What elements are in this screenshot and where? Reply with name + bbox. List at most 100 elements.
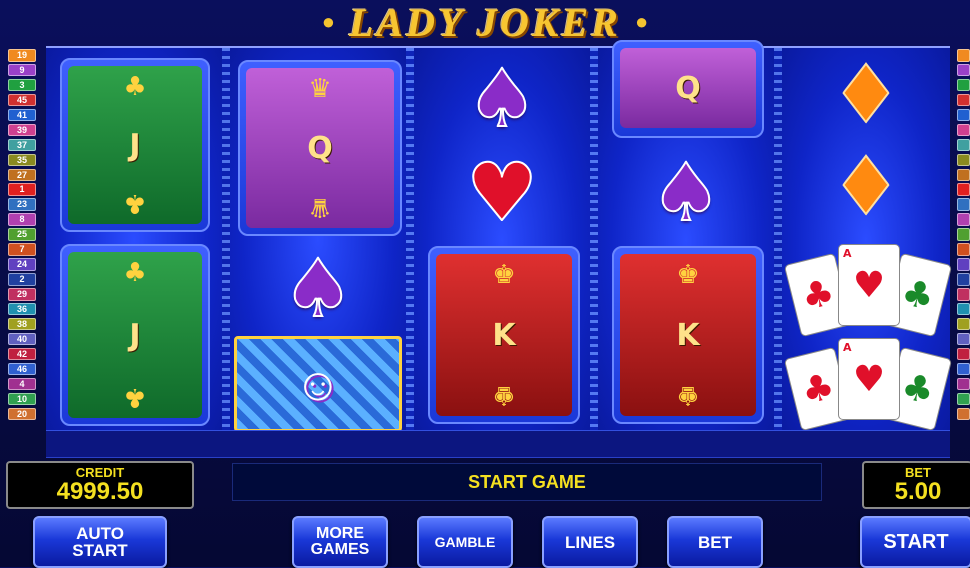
payline-indicator bbox=[957, 108, 970, 122]
payline-indicator: 23 bbox=[8, 198, 36, 211]
heart-icon: ♥ bbox=[852, 264, 886, 306]
payline-indicators-right bbox=[957, 49, 970, 420]
bet-button[interactable]: BET bbox=[667, 516, 763, 568]
payline-indicator: 38 bbox=[8, 317, 36, 331]
payline-indicator bbox=[957, 63, 970, 77]
auto-start-line1: AUTO bbox=[76, 524, 124, 543]
crown-icon: ♚ bbox=[676, 380, 700, 410]
jack-hat-icon: ♣ bbox=[123, 258, 147, 288]
payline-indicator bbox=[957, 93, 970, 107]
credit-display: CREDIT 4999.50 bbox=[6, 461, 194, 509]
jack-hat-icon: ♣ bbox=[123, 382, 147, 412]
spade-icon: ♠ bbox=[649, 146, 723, 239]
payline-indicator bbox=[957, 362, 970, 376]
payline-indicator bbox=[957, 288, 970, 301]
auto-start-button[interactable]: AUTO START bbox=[33, 516, 167, 568]
heart-icon: ♥ bbox=[465, 146, 539, 239]
spade-symbol: ♠ bbox=[442, 54, 562, 144]
status-message: START GAME bbox=[232, 463, 822, 501]
crown-icon: ♚ bbox=[676, 260, 700, 290]
diamond-icon: ♦ bbox=[829, 140, 903, 233]
diamond-symbol: ♦ bbox=[806, 52, 926, 138]
payline-indicator: 35 bbox=[8, 153, 36, 167]
lines-label: LINES bbox=[564, 532, 616, 552]
payline-indicator bbox=[957, 228, 970, 241]
payline-indicator: 24 bbox=[8, 258, 36, 271]
payline-indicator: 46 bbox=[8, 362, 36, 376]
gamble-button[interactable]: GAMBLE bbox=[417, 516, 513, 568]
jack-hat-icon: ♣ bbox=[123, 188, 147, 218]
jack-hat-icon: ♣ bbox=[123, 72, 147, 102]
payline-indicator: 8 bbox=[8, 213, 36, 226]
payline-indicator bbox=[957, 347, 970, 361]
payline-indicator bbox=[957, 78, 970, 92]
reel-4: Q ♠ ♚ K ♚ bbox=[598, 40, 774, 432]
spade-symbol: ♠ bbox=[626, 148, 746, 238]
diamond-icon: ♦ bbox=[829, 48, 903, 141]
title-ornament-left-icon: ● bbox=[321, 9, 336, 34]
payline-indicator bbox=[957, 258, 970, 271]
payline-indicator: 9 bbox=[8, 63, 36, 77]
lines-button[interactable]: LINES bbox=[542, 516, 638, 568]
payline-indicator: 40 bbox=[8, 332, 36, 346]
game-title: LADY JOKER bbox=[349, 0, 621, 45]
jack-symbol: ♣ J ♣ bbox=[60, 58, 210, 232]
more-games-button[interactable]: MORE GAMES bbox=[292, 516, 388, 568]
title-bar: ● LADY JOKER ● bbox=[0, 0, 970, 45]
reel-1: ♣ J ♣ ♣ J ♣ bbox=[46, 48, 222, 432]
crown-icon: ♛ bbox=[308, 74, 332, 104]
reel-5: ♦ ♦ ♣ ♣ A ♥ ♣ ♣ A ♥ bbox=[782, 48, 953, 432]
payline-indicators-left: 19 9 3 45 41 39 37 35 27 1 23 8 25 7 24 2 29 36 38 40 42 46 4 1… bbox=[8, 49, 36, 420]
payline-indicator bbox=[957, 198, 970, 211]
joker-wild-symbol: ☺ bbox=[234, 336, 402, 432]
payline-indicator bbox=[957, 392, 970, 406]
spade-icon: ♠ bbox=[281, 242, 355, 335]
payline-indicator bbox=[957, 183, 970, 196]
payline-indicator bbox=[957, 153, 970, 167]
payline-indicator: 27 bbox=[8, 168, 36, 181]
payline-indicator: 37 bbox=[8, 138, 36, 152]
reel-bottom-strip bbox=[46, 430, 950, 458]
more-games-line2: GAMES bbox=[310, 541, 370, 558]
payline-indicator bbox=[957, 407, 970, 420]
auto-start-line2: START bbox=[72, 541, 128, 560]
reel-divider bbox=[590, 48, 598, 432]
queen-symbol: ♛ Q ♛ bbox=[238, 60, 402, 236]
reel-2: ♛ Q ♛ ♠ ☺ bbox=[230, 48, 406, 432]
payline-indicator: 4 bbox=[8, 377, 36, 391]
heart-symbol: ♥ bbox=[442, 148, 562, 238]
start-label: START bbox=[883, 531, 949, 553]
bet-value: 5.00 bbox=[894, 478, 942, 505]
payline-indicator bbox=[957, 273, 970, 286]
spade-symbol: ♠ bbox=[258, 244, 378, 334]
reel-divider bbox=[222, 48, 230, 432]
payline-indicator bbox=[957, 302, 970, 316]
ace-cards-symbol: ♣ ♣ A ♥ bbox=[783, 242, 953, 338]
heart-icon: ♥ bbox=[852, 358, 886, 400]
bet-display: BET 5.00 bbox=[862, 461, 970, 509]
gamble-label: GAMBLE bbox=[434, 534, 496, 550]
reel-area: ♣ J ♣ ♣ J ♣ ♛ Q ♛ ♠ ☺ ♠ ♥ ♚ K ♚ Q ♠ ♚ K … bbox=[46, 40, 953, 434]
jester-mask-icon: ☺ bbox=[294, 358, 342, 410]
payline-indicator bbox=[957, 317, 970, 331]
payline-indicator: 36 bbox=[8, 302, 36, 316]
status-text: START GAME bbox=[468, 471, 586, 492]
queen-symbol: Q bbox=[612, 40, 764, 138]
payline-indicator: 39 bbox=[8, 123, 36, 137]
jack-symbol: ♣ J ♣ bbox=[60, 244, 210, 426]
payline-indicator: 20 bbox=[8, 407, 36, 420]
payline-indicator bbox=[957, 168, 970, 181]
payline-indicator bbox=[957, 243, 970, 256]
crown-icon: ♚ bbox=[492, 380, 516, 410]
king-symbol: ♚ K ♚ bbox=[428, 246, 580, 424]
payline-indicator: 3 bbox=[8, 78, 36, 92]
payline-indicator: 45 bbox=[8, 93, 36, 107]
payline-indicator: 42 bbox=[8, 347, 36, 361]
payline-indicator bbox=[957, 377, 970, 391]
start-button[interactable]: START bbox=[860, 516, 970, 568]
more-games-line1: MORE bbox=[316, 525, 364, 542]
payline-indicator: 7 bbox=[8, 243, 36, 256]
payline-indicator bbox=[957, 123, 970, 137]
title-ornament-right-icon: ● bbox=[634, 9, 649, 34]
crown-icon: ♛ bbox=[308, 192, 332, 222]
